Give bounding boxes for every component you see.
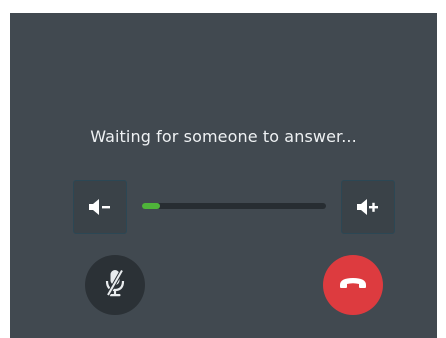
phone-hangup-icon bbox=[338, 276, 368, 295]
volume-up-button[interactable] bbox=[341, 180, 395, 234]
volume-down-icon bbox=[87, 198, 113, 216]
call-panel: Waiting for someone to answer... bbox=[10, 13, 437, 338]
volume-up-icon bbox=[355, 198, 381, 216]
volume-slider[interactable] bbox=[142, 203, 326, 209]
hang-up-button[interactable] bbox=[323, 255, 383, 315]
volume-slider-fill bbox=[142, 203, 161, 209]
volume-down-button[interactable] bbox=[73, 180, 127, 234]
microphone-muted-icon bbox=[103, 268, 127, 303]
call-status-text: Waiting for someone to answer... bbox=[90, 127, 357, 146]
mute-microphone-button[interactable] bbox=[85, 255, 145, 315]
